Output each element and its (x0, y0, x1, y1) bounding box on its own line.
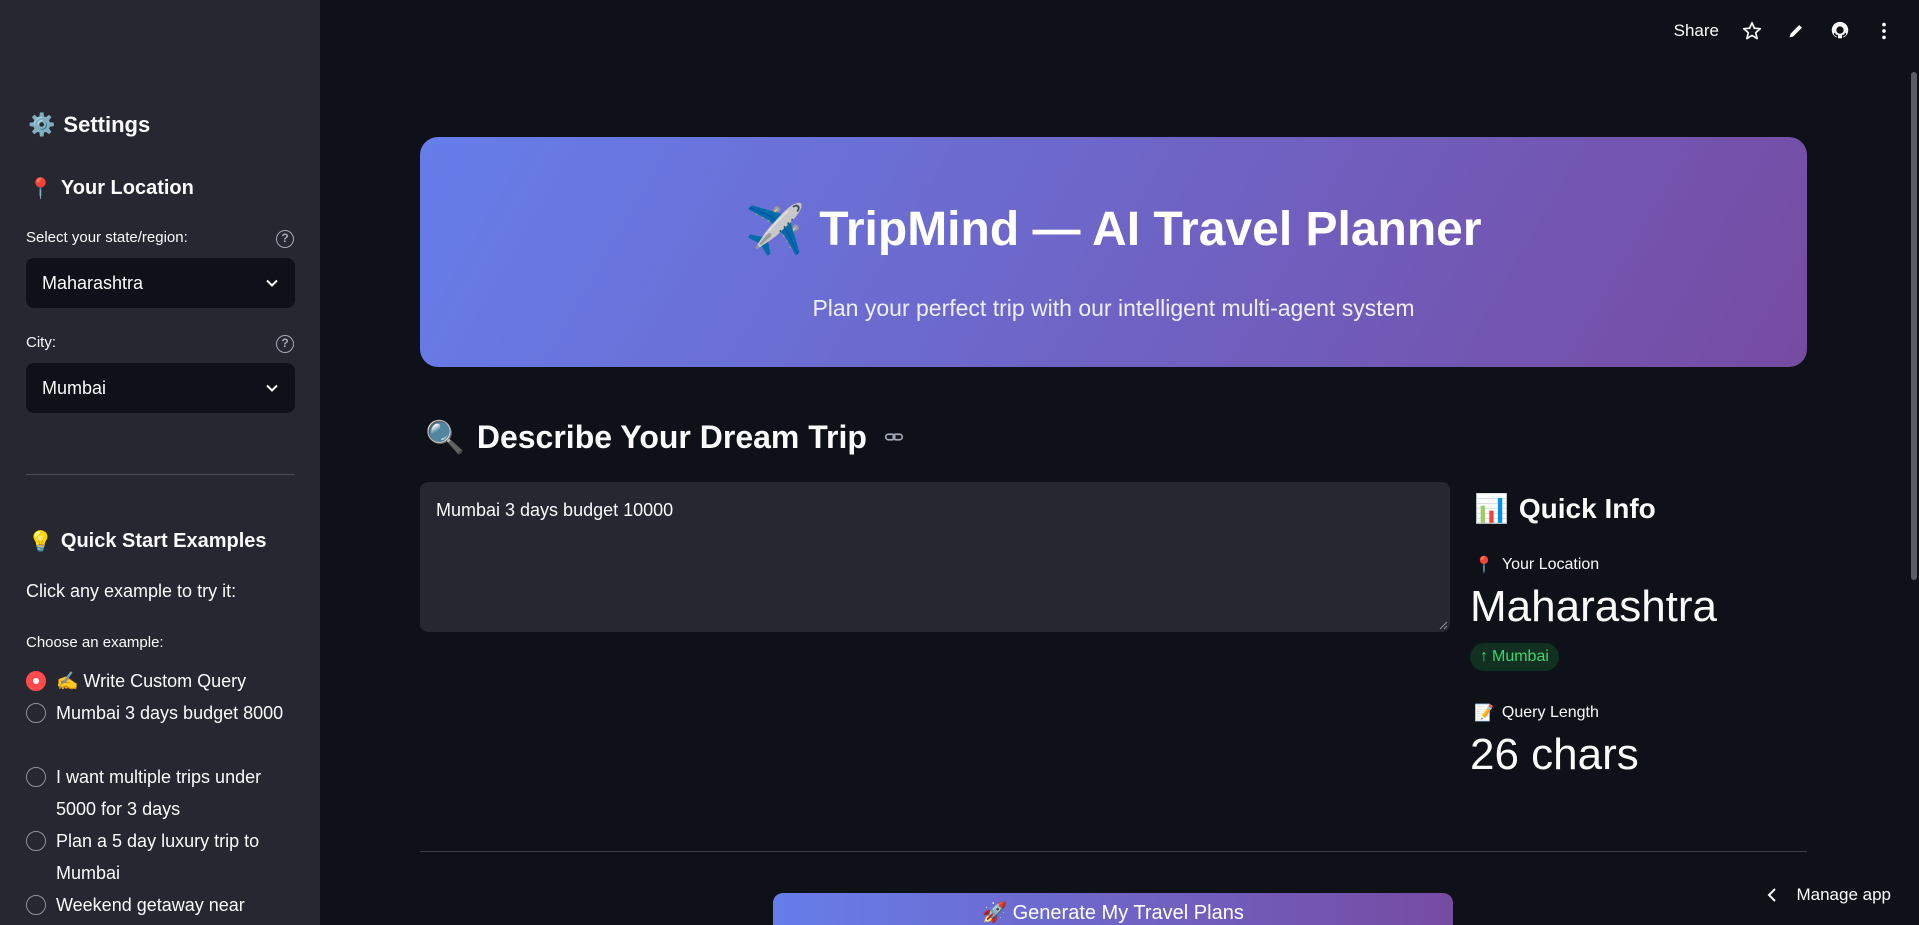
resize-handle-icon[interactable] (1438, 620, 1448, 630)
gear-icon: ⚙️ (28, 112, 56, 138)
sidebar-divider (26, 474, 295, 475)
state-select-value: Maharashtra (42, 272, 144, 293)
radio-icon (26, 703, 46, 723)
location-metric-value: Maharashtra (1470, 582, 1718, 631)
pin-icon: 📍 (1474, 555, 1494, 574)
quick-info-heading-text: Quick Info (1518, 492, 1656, 524)
radio-icon (26, 767, 46, 787)
example-option-label: Weekend getaway near (56, 895, 245, 915)
location-delta-badge: ↑ Mumbai (1470, 643, 1559, 671)
example-option-4[interactable]: Weekend getaway near (26, 889, 296, 921)
arrow-up-icon: ↑ (1480, 648, 1488, 665)
radio-icon (26, 831, 46, 851)
example-option-label: Mumbai 3 days budget 8000 (56, 703, 284, 723)
chevron-down-icon (266, 384, 278, 392)
generate-plans-button[interactable]: 🚀 Generate My Travel Plans (773, 893, 1453, 925)
github-icon[interactable] (1829, 20, 1851, 42)
radio-selected-icon (26, 671, 46, 691)
choose-example-label: Choose an example: (26, 634, 164, 651)
example-option-label: I want multiple trips under 5000 for 3 d… (56, 767, 262, 819)
examples-hint: Click any example to try it: (26, 581, 237, 601)
more-vertical-icon[interactable] (1873, 20, 1895, 42)
radio-icon (26, 895, 46, 915)
memo-icon: 📝 (1474, 703, 1494, 722)
query-length-label: 📝 Query Length (1474, 703, 1599, 722)
city-select-value: Mumbai (42, 377, 107, 398)
star-icon[interactable] (1741, 20, 1763, 42)
lightbulb-icon: 💡 (28, 529, 53, 553)
query-input[interactable] (420, 482, 1450, 632)
quick-info-heading: 📊 Quick Info (1474, 492, 1656, 525)
state-select[interactable]: Maharashtra (26, 258, 295, 308)
page-title: ✈️ TripMind — AI Travel Planner (420, 201, 1807, 258)
describe-heading-text: Describe Your Dream Trip (476, 418, 867, 455)
state-label: Select your state/region: (26, 229, 188, 246)
location-metric-label-text: Your Location (1501, 555, 1600, 573)
city-label: City: (26, 334, 56, 351)
example-option-1[interactable]: Mumbai 3 days budget 8000 (26, 697, 296, 729)
link-icon[interactable] (883, 426, 905, 448)
pencil-icon[interactable] (1785, 20, 1807, 42)
query-length-label-text: Query Length (1501, 703, 1599, 721)
example-option-3[interactable]: Plan a 5 day luxury trip to Mumbai (26, 825, 296, 889)
page-subtitle: Plan your perfect trip with our intellig… (812, 295, 1415, 321)
pin-icon: 📍 (28, 176, 53, 200)
hero-banner: ✈️ TripMind — AI Travel Planner Plan you… (420, 137, 1807, 367)
chevron-down-icon (266, 279, 278, 287)
example-option-custom[interactable]: ✍️ Write Custom Query (26, 665, 296, 697)
main-divider (420, 851, 1807, 852)
page-title-text: TripMind — AI Travel Planner (819, 203, 1482, 256)
location-heading: 📍 Your Location (28, 176, 194, 200)
chevron-left-icon (1768, 888, 1777, 902)
app-toolbar: Share (1674, 20, 1895, 42)
sidebar-title: ⚙️ Settings (28, 112, 150, 138)
example-option-label: ✍️ Write Custom Query (56, 671, 247, 691)
examples-heading-text: Quick Start Examples (60, 529, 267, 552)
location-delta-text: Mumbai (1492, 648, 1549, 665)
examples-heading: 💡 Quick Start Examples (28, 529, 267, 553)
sidebar-title-text: Settings (63, 112, 151, 137)
example-option-2[interactable]: I want multiple trips under 5000 for 3 d… (26, 761, 296, 825)
example-option-label: Plan a 5 day luxury trip to Mumbai (56, 831, 260, 883)
magnifier-icon: 🔍 (425, 418, 465, 456)
city-select[interactable]: Mumbai (26, 363, 295, 413)
sidebar: ⚙️ Settings 📍 Your Location Select your … (0, 0, 320, 925)
share-button[interactable]: Share (1674, 21, 1719, 41)
airplane-icon: ✈️ (745, 202, 806, 258)
bar-chart-icon: 📊 (1474, 492, 1509, 525)
scrollbar[interactable] (1911, 72, 1917, 580)
describe-heading: 🔍 Describe Your Dream Trip (425, 418, 905, 456)
location-metric-label: 📍 Your Location (1474, 555, 1599, 574)
help-icon[interactable]: ? (276, 335, 294, 353)
manage-app-label: Manage app (1796, 885, 1891, 904)
manage-app-button[interactable]: Manage app (1766, 885, 1891, 905)
location-heading-text: Your Location (60, 176, 194, 199)
help-icon[interactable]: ? (276, 230, 294, 248)
query-length-value: 26 chars (1470, 730, 1639, 779)
